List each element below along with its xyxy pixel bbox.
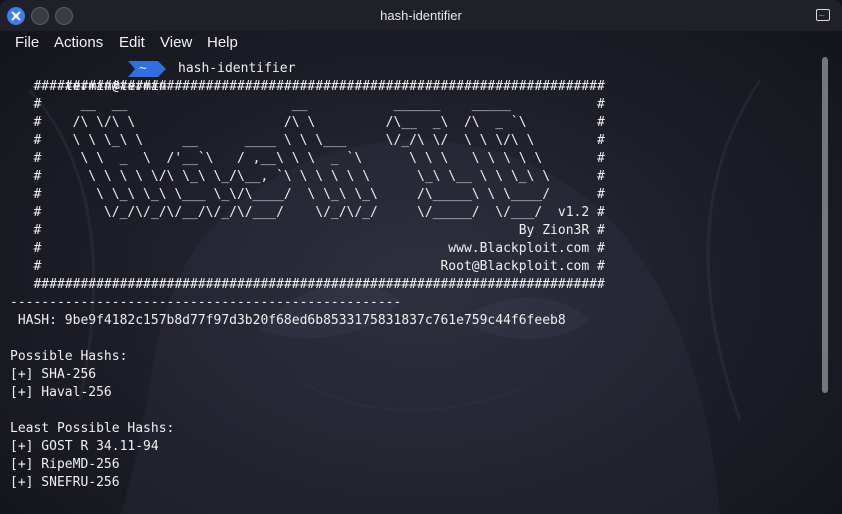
least-item: [+] SNEFRU-256 <box>10 475 120 490</box>
least-item: [+] GOST R 34.11-94 <box>10 439 159 454</box>
window-title: hash-identifier <box>380 8 462 23</box>
least-heading: Least Possible Hashs: <box>10 421 175 436</box>
menu-view[interactable]: View <box>160 34 192 51</box>
title-bar: hash-identifier _ <box>0 0 842 31</box>
menu-help[interactable]: Help <box>207 34 238 51</box>
terminal-output[interactable]: termin@termin ~ hash-identifier ########… <box>10 60 810 500</box>
least-item: [+] RipeMD-256 <box>10 457 120 472</box>
banner-line: # \ \ _ \ /'__`\ / ,__\ \ \ _ `\ \ \ \ \… <box>10 151 605 166</box>
hash-line: HASH: 9be9f4182c157b8d77f97d3b20f68ed6b8… <box>10 313 566 328</box>
vertical-scrollbar[interactable] <box>822 57 828 393</box>
banner-line: # \ \ \ \ \/\ \_\ \_/\__, `\ \ \ \ \ \ \… <box>10 169 605 184</box>
prompt-dir: ~ <box>139 61 147 76</box>
prompt-arrow-icon <box>128 61 166 77</box>
possible-heading: Possible Hashs: <box>10 349 128 364</box>
banner-line: # /\ \/\ \ /\ \ /\__ _\ /\ _ `\ # <box>10 115 605 130</box>
banner-line: # __ __ __ ______ _____ # <box>10 97 605 112</box>
possible-item: [+] SHA-256 <box>10 367 97 382</box>
prompt-command: hash-identifier <box>178 61 296 76</box>
terminal-window: hash-identifier _ File Actions Edit View… <box>0 0 842 514</box>
banner-line: # \/_/\/_/\/__/\/_/\/___/ \/_/\/_/ \/___… <box>10 205 605 220</box>
banner-line: # www.Blackploit.com # <box>10 241 605 256</box>
menu-actions[interactable]: Actions <box>54 34 103 51</box>
banner-line: # \ \_\ \_\ \___ \_\/\____/ \ \_\ \_\ /\… <box>10 187 605 202</box>
terminal-icon[interactable]: _ <box>816 7 830 21</box>
possible-item: [+] Haval-256 <box>10 385 112 400</box>
banner-line: ########################################… <box>10 277 605 292</box>
prompt-dir-badge: ~ <box>128 61 168 77</box>
banner-line: # By Zion3R # <box>10 223 605 238</box>
menu-edit[interactable]: Edit <box>119 34 145 51</box>
menu-file[interactable]: File <box>15 34 39 51</box>
banner-line: ########################################… <box>10 79 605 94</box>
banner-line: # \ \ \_\ \ __ ____ \ \ \___ \/_/\ \/ \ … <box>10 133 605 148</box>
separator-line: ----------------------------------------… <box>10 295 402 310</box>
menu-bar: File Actions Edit View Help <box>0 31 842 55</box>
banner-line: # Root@Blackploit.com # <box>10 259 605 274</box>
